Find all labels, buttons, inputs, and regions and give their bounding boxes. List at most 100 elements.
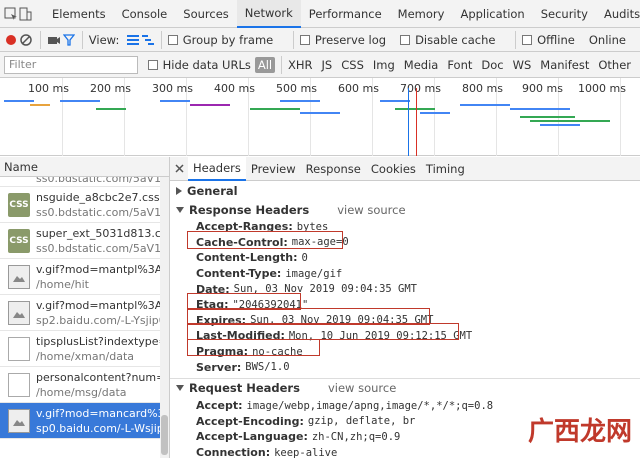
divider bbox=[515, 30, 517, 49]
image-file-icon bbox=[8, 408, 30, 433]
filter-type-js[interactable]: JS bbox=[322, 58, 333, 72]
record-icon[interactable] bbox=[4, 29, 19, 51]
tab-cookies[interactable]: Cookies bbox=[366, 157, 421, 181]
collapse-triangle-icon[interactable] bbox=[176, 206, 184, 213]
checkbox-box[interactable] bbox=[299, 34, 310, 45]
checkbox-box[interactable] bbox=[400, 34, 411, 45]
name-column-header[interactable]: Name bbox=[0, 157, 169, 177]
header-value: 0 bbox=[301, 251, 308, 264]
offline-checkbox[interactable]: Offline bbox=[522, 33, 575, 47]
filter-type-xhr[interactable]: XHR bbox=[288, 58, 313, 72]
request-name: tipsplusList?indextype=... bbox=[36, 334, 169, 348]
request-name: v.gif?mod=mancard%3... bbox=[36, 406, 169, 420]
tab-security[interactable]: Security bbox=[533, 0, 596, 28]
view-label: View: bbox=[88, 32, 120, 47]
checkbox-box[interactable] bbox=[167, 34, 178, 45]
tab-memory[interactable]: Memory bbox=[390, 0, 453, 28]
collapse-triangle-icon[interactable] bbox=[176, 385, 184, 392]
tab-headers[interactable]: Headers bbox=[188, 157, 246, 181]
header-key: Accept-Language: bbox=[196, 430, 308, 444]
filter-type-manifest[interactable]: Manifest bbox=[540, 58, 589, 72]
request-name: v.gif?mod=mantpl%3Ar bbox=[36, 262, 167, 276]
request-path: /home/hit bbox=[36, 277, 89, 291]
header-value: keep-alive bbox=[274, 446, 338, 458]
filter-type-other[interactable]: Other bbox=[598, 58, 631, 72]
view-source-link[interactable]: view source bbox=[337, 203, 405, 217]
expand-triangle-icon[interactable] bbox=[176, 186, 182, 195]
general-section-header[interactable]: General bbox=[170, 181, 640, 200]
tab-network[interactable]: Network bbox=[236, 0, 301, 28]
css-file-icon: CSS bbox=[8, 192, 30, 217]
timeline-bar bbox=[540, 124, 580, 126]
timeline-tick-label: 100 ms bbox=[28, 82, 69, 95]
group-by-frame-checkbox[interactable]: Group by frame bbox=[167, 33, 273, 47]
preserve-log-checkbox[interactable]: Preserve log bbox=[299, 33, 386, 47]
tab-application[interactable]: Application bbox=[452, 0, 532, 28]
checkbox-box[interactable] bbox=[147, 59, 158, 70]
offline-label: Offline bbox=[537, 32, 575, 47]
divider bbox=[39, 30, 41, 49]
request-row[interactable]: ss0.bdstatic.com/5aV1bj bbox=[0, 177, 169, 187]
tab-audits[interactable]: Audits bbox=[596, 0, 640, 28]
request-row[interactable]: v.gif?mod=mantpl%3Ar/home/hit bbox=[0, 259, 169, 295]
highlight-box bbox=[187, 231, 343, 249]
timeline-bar bbox=[160, 100, 190, 102]
view-source-link[interactable]: view source bbox=[328, 381, 396, 395]
filter-type-css[interactable]: CSS bbox=[341, 58, 364, 72]
filter-type-media[interactable]: Media bbox=[404, 58, 439, 72]
css-file-icon: CSS bbox=[8, 228, 30, 253]
main-split: Name ss0.bdstatic.com/5aV1bj CSS nsguide… bbox=[0, 157, 640, 458]
filter-type-img[interactable]: Img bbox=[373, 58, 395, 72]
scrollbar-thumb[interactable] bbox=[161, 415, 168, 455]
tab-response[interactable]: Response bbox=[301, 157, 366, 181]
header-value: image/gif bbox=[285, 267, 343, 280]
highlight-box bbox=[187, 339, 320, 356]
timeline-tick-label: 800 ms bbox=[462, 82, 503, 95]
clear-icon[interactable] bbox=[19, 29, 34, 51]
timeline-tick-label: 400 ms bbox=[214, 82, 255, 95]
tab-sources[interactable]: Sources bbox=[175, 0, 237, 28]
request-row[interactable]: tipsplusList?indextype=.../home/xman/dat… bbox=[0, 331, 169, 367]
header-key: Connection: bbox=[196, 446, 271, 458]
request-row[interactable]: v.gif?mod=mantpl%3Ar sp2.baidu.com/-L-Ysj… bbox=[0, 295, 169, 331]
tab-timing[interactable]: Timing bbox=[421, 157, 470, 181]
inspect-icon[interactable] bbox=[4, 3, 18, 25]
scrollbar[interactable] bbox=[160, 177, 169, 458]
timeline-tick-label: 500 ms bbox=[276, 82, 317, 95]
request-row[interactable]: personalcontent?num=.../home/msg/data bbox=[0, 367, 169, 403]
disable-cache-checkbox[interactable]: Disable cache bbox=[400, 33, 495, 47]
waterfall-icon[interactable] bbox=[140, 29, 155, 51]
close-icon[interactable] bbox=[170, 158, 188, 180]
request-row[interactable]: CSS super_ext_5031d813.css ss0.bdstatic.c… bbox=[0, 223, 169, 259]
filter-type-ws[interactable]: WS bbox=[513, 58, 532, 72]
request-row[interactable]: CSS nsguide_a8cbc2e7.css ss0.bdstatic.com… bbox=[0, 187, 169, 223]
filter-icon[interactable] bbox=[61, 29, 76, 51]
filter-type-all[interactable]: All bbox=[254, 56, 276, 73]
watermark-logo: 广西龙网 bbox=[527, 417, 632, 447]
large-rows-icon[interactable] bbox=[125, 29, 140, 51]
filter-type-font[interactable]: Font bbox=[447, 58, 472, 72]
device-toggle-icon[interactable] bbox=[18, 3, 32, 25]
timeline-overview[interactable]: 100 ms 200 ms 300 ms 400 ms 500 ms 600 m… bbox=[0, 78, 640, 156]
camera-icon[interactable] bbox=[46, 29, 61, 51]
filter-type-doc[interactable]: Doc bbox=[481, 58, 503, 72]
header-value: zh-CN,zh;q=0.9 bbox=[311, 430, 401, 443]
response-headers-section-header[interactable]: Response Headers view source bbox=[170, 200, 640, 219]
timeline-bar bbox=[380, 100, 410, 102]
filter-bar: Filter Hide data URLs All XHR JS CSS Img… bbox=[0, 52, 640, 78]
request-path: /home/xman/data bbox=[36, 349, 135, 363]
filter-input[interactable]: Filter bbox=[4, 55, 138, 74]
throttling-select[interactable]: Online bbox=[589, 33, 626, 47]
divider bbox=[161, 30, 162, 49]
tab-performance[interactable]: Performance bbox=[301, 0, 390, 28]
request-path: ss0.bdstatic.com/5aV1bj bbox=[36, 205, 169, 219]
checkbox-box[interactable] bbox=[522, 34, 533, 45]
hide-data-urls-label: Hide data URLs bbox=[162, 57, 251, 72]
tab-elements[interactable]: Elements bbox=[44, 0, 114, 28]
request-headers-section-header[interactable]: Request Headers view source bbox=[170, 379, 640, 398]
hide-data-urls-checkbox[interactable]: Hide data URLs bbox=[147, 57, 251, 72]
request-path: sp0.baidu.com/-L-Wsjip bbox=[36, 421, 164, 435]
request-row-selected[interactable]: v.gif?mod=mancard%3... sp0.baidu.com/-L-W… bbox=[0, 403, 169, 439]
tab-preview[interactable]: Preview bbox=[246, 157, 301, 181]
tab-console[interactable]: Console bbox=[114, 0, 176, 28]
